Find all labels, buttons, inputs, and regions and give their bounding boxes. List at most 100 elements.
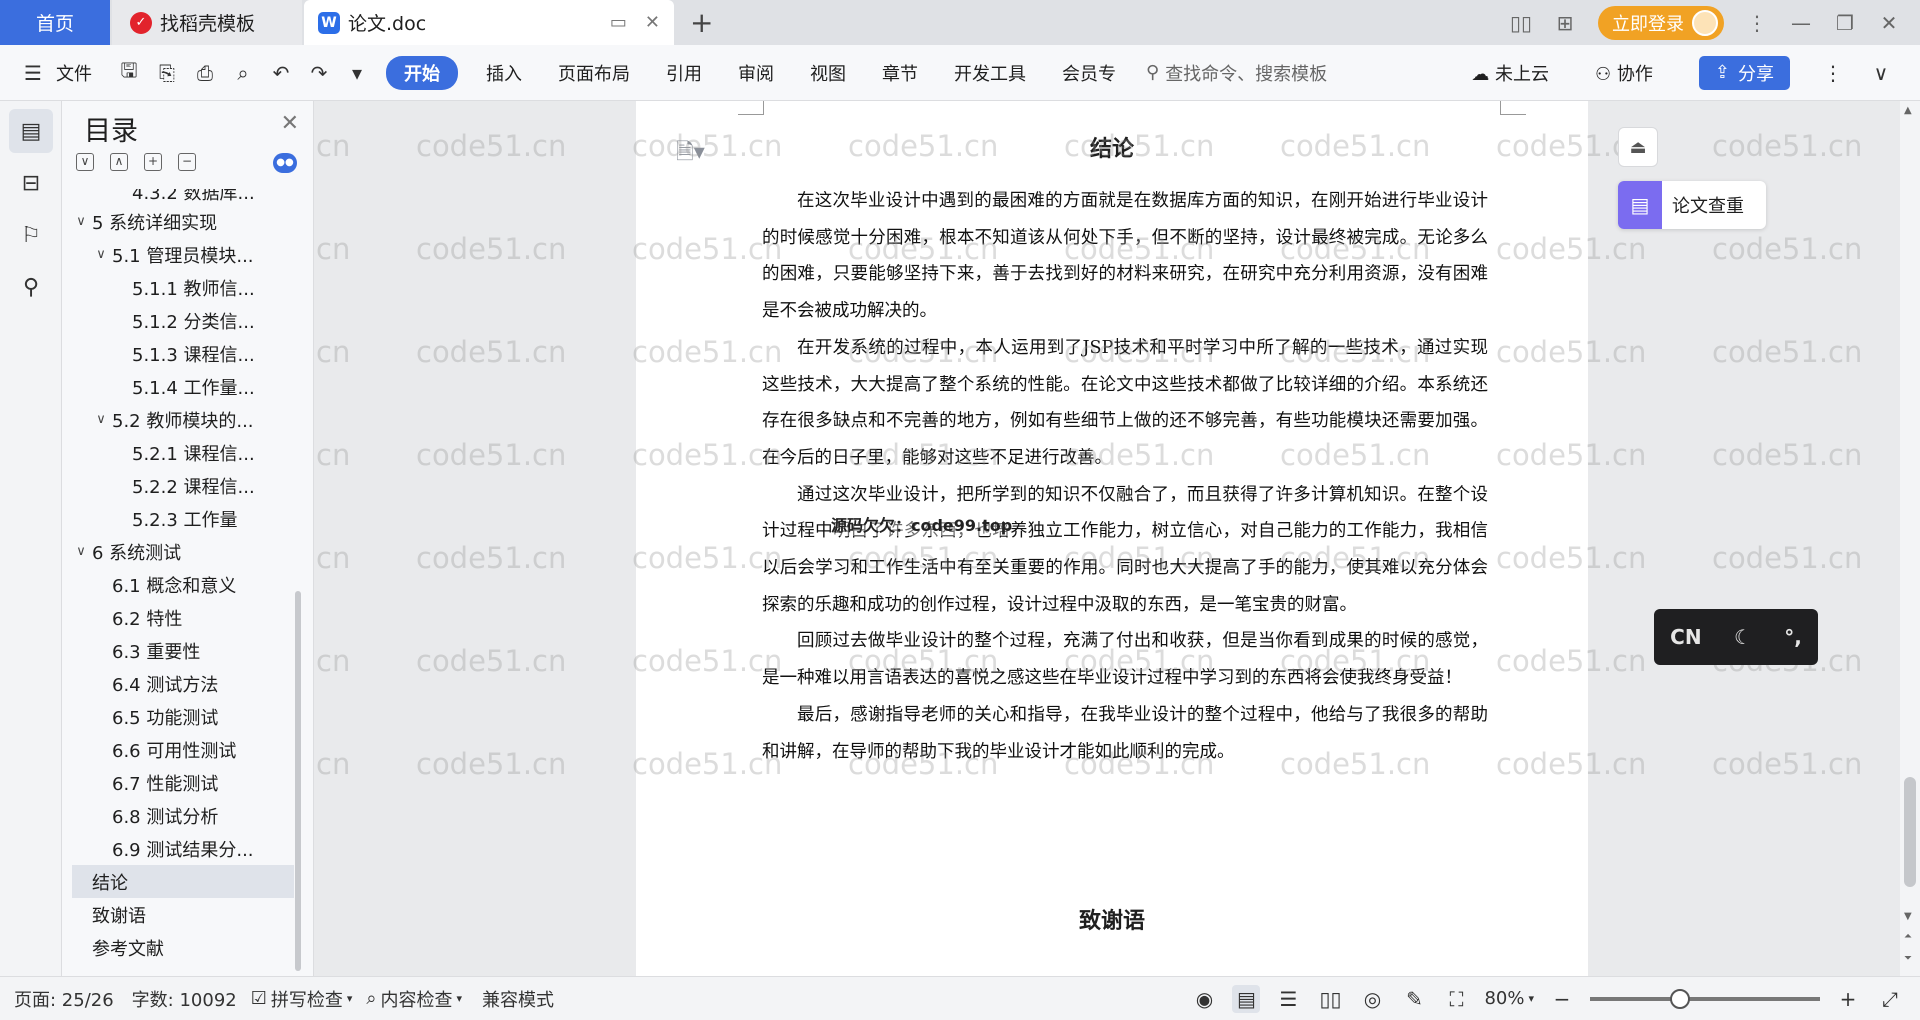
cloud-status[interactable]: ☁ 未上云	[1453, 60, 1567, 86]
collapse-all-icon[interactable]: ∧	[110, 153, 128, 171]
zoom-slider[interactable]	[1590, 988, 1820, 1009]
toc-item[interactable]: ∨ 6 系统测试	[72, 535, 294, 568]
chapter-nav-icon[interactable]: ⊟	[9, 161, 53, 205]
export-pdf-icon[interactable]: ⎘	[154, 60, 180, 86]
close-icon[interactable]: ✕	[281, 111, 299, 136]
next-page-icon[interactable]: ⏷	[1904, 953, 1912, 964]
menu-file[interactable]: 文件	[52, 60, 110, 86]
menu-insert[interactable]: 插入	[468, 60, 540, 86]
remove-heading-icon[interactable]: −	[178, 153, 196, 171]
share-button[interactable]: ⇪ 分享	[1698, 55, 1790, 90]
redo-icon[interactable]: ↷	[306, 60, 332, 86]
fullscreen-icon[interactable]: ⤢	[1876, 985, 1904, 1013]
outline-view-icon[interactable]: ☰	[1274, 985, 1302, 1013]
login-button[interactable]: 立即登录	[1598, 5, 1724, 40]
more-options-icon[interactable]: ⋮	[1820, 60, 1846, 86]
menu-home[interactable]: 开始	[386, 55, 458, 90]
undo-icon[interactable]: ↶	[268, 60, 294, 86]
close-window-icon[interactable]: ✕	[1878, 11, 1900, 35]
print-icon[interactable]: ⎙	[192, 60, 218, 86]
scroll-down-icon[interactable]: ▼	[1904, 911, 1912, 922]
toc-item[interactable]: 5.1.1 教师信...	[72, 271, 294, 304]
toc-item[interactable]: 6.5 功能测试	[72, 700, 294, 733]
toc-item[interactable]: 6.2 特性	[72, 601, 294, 634]
web-view-icon[interactable]: ◎	[1358, 985, 1386, 1013]
restore-icon[interactable]: ❐	[1834, 11, 1856, 35]
spell-check-button[interactable]: ☑ 拼写检查 ▾	[251, 986, 353, 1012]
ime-toolbar[interactable]: CN ☾ °,	[1654, 609, 1818, 665]
toc-scrollbar[interactable]	[295, 591, 301, 971]
layout-icon[interactable]: ▯▯	[1510, 11, 1532, 35]
scroll-top-icon[interactable]: ⏏	[1618, 127, 1658, 167]
vertical-scrollbar[interactable]: ▲ ▼ ⏶ ⏷	[1900, 101, 1920, 976]
toc-item[interactable]: 6.4 测试方法	[72, 667, 294, 700]
toc-item[interactable]: 致谢语	[72, 898, 294, 931]
quick-access-dropdown-icon[interactable]: ▾	[344, 60, 370, 86]
compat-mode[interactable]: 兼容模式	[482, 986, 554, 1012]
toc-item[interactable]: 6.9 测试结果分...	[72, 832, 294, 865]
zoom-level[interactable]: 80% ▾	[1484, 988, 1534, 1009]
toc-item[interactable]: 6.3 重要性	[72, 634, 294, 667]
document-page[interactable]: 🗎▾ 结论 在这次毕业设计中遇到的最困难的方面就是在数据库方面的知识，在刚开始进…	[636, 101, 1588, 976]
menu-references[interactable]: 引用	[648, 60, 720, 86]
toc-panel-icon[interactable]: ▤	[9, 109, 53, 153]
scrollbar-thumb[interactable]	[1904, 777, 1916, 887]
prev-page-icon[interactable]: ⏶	[1904, 931, 1912, 942]
toc-item[interactable]: 5.2.3 工作量	[72, 502, 294, 535]
scroll-up-icon[interactable]: ▲	[1904, 105, 1912, 116]
tab-templates[interactable]: ✓ 找稻壳模板	[112, 0, 302, 45]
new-tab-button[interactable]: +	[690, 6, 713, 39]
page-view-icon[interactable]: ▤	[1232, 984, 1261, 1013]
bookmark-icon[interactable]: ⚐	[9, 213, 53, 257]
expand-all-icon[interactable]: ∨	[76, 153, 94, 171]
toc-item[interactable]: 6.6 可用性测试	[72, 733, 294, 766]
toc-item[interactable]: 5.1.3 课程信...	[72, 337, 294, 370]
command-search[interactable]: ⚲ 查找命令、搜索模板	[1146, 60, 1327, 86]
toc-item[interactable]: 5.2.2 课程信...	[72, 469, 294, 502]
toc-item[interactable]: 参考文献	[72, 931, 294, 964]
toc-item[interactable]: 结论	[72, 865, 294, 898]
menu-review[interactable]: 审阅	[720, 60, 792, 86]
collaborate-button[interactable]: ⚇ 协作	[1577, 60, 1671, 86]
chevron-down-icon[interactable]: ∨	[92, 412, 110, 427]
toc-item[interactable]: ∨ 5.2 教师模块的...	[72, 403, 294, 436]
chevron-down-icon[interactable]: ∨	[92, 247, 110, 262]
zoom-out-icon[interactable]: −	[1548, 985, 1576, 1013]
content-check-button[interactable]: ⌕ 内容检查 ▾	[366, 986, 462, 1012]
menu-member[interactable]: 会员专	[1044, 60, 1134, 86]
ime-punctuation[interactable]: °,	[1784, 625, 1802, 649]
write-mode-icon[interactable]: ✎	[1400, 985, 1428, 1013]
ime-language[interactable]: CN	[1670, 625, 1701, 649]
menu-view[interactable]: 视图	[792, 60, 864, 86]
chevron-down-icon[interactable]: ∨	[72, 544, 90, 559]
smart-toc-icon[interactable]: ●●	[273, 153, 297, 173]
minimize-icon[interactable]: —	[1790, 11, 1812, 35]
moon-icon[interactable]: ☾	[1734, 625, 1752, 649]
menu-developer[interactable]: 开发工具	[936, 60, 1044, 86]
toc-item[interactable]: 5.2.1 课程信...	[72, 436, 294, 469]
find-icon[interactable]: ⚲	[9, 265, 53, 309]
hamburger-icon[interactable]: ☰	[20, 60, 46, 86]
toc-item[interactable]: 6.7 性能测试	[72, 766, 294, 799]
toc-item[interactable]: 6.1 概念和意义	[72, 568, 294, 601]
page-indicator[interactable]: 页面: 25/26	[14, 986, 114, 1012]
toc-item[interactable]: 5.1.2 分类信...	[72, 304, 294, 337]
print-preview-icon[interactable]: ⌕	[230, 60, 256, 86]
document-canvas[interactable]: 🗎▾ 结论 在这次毕业设计中遇到的最困难的方面就是在数据库方面的知识，在刚开始进…	[314, 101, 1900, 976]
more-vertical-icon[interactable]: ⋮	[1746, 11, 1768, 35]
chevron-down-icon[interactable]: ∨	[72, 214, 90, 229]
menu-section[interactable]: 章节	[864, 60, 936, 86]
reading-view-icon[interactable]: ▯▯	[1316, 985, 1344, 1013]
eye-protection-icon[interactable]: ◉	[1190, 985, 1218, 1013]
apps-grid-icon[interactable]: ⊞	[1554, 11, 1576, 35]
zoom-in-icon[interactable]: +	[1834, 985, 1862, 1013]
add-heading-icon[interactable]: +	[144, 153, 162, 171]
tab-home[interactable]: 首页	[0, 0, 110, 45]
zoom-slider-knob[interactable]	[1670, 988, 1690, 1009]
window-float-icon[interactable]: ▭	[610, 12, 627, 33]
close-tab-icon[interactable]: ✕	[645, 12, 660, 33]
tab-document[interactable]: W 论文.doc ▭ ✕	[304, 0, 674, 45]
save-icon[interactable]: 🖫	[116, 58, 142, 86]
word-count[interactable]: 字数: 10092	[132, 986, 237, 1012]
toc-item[interactable]: ∨ 5.1 管理员模块...	[72, 238, 294, 271]
